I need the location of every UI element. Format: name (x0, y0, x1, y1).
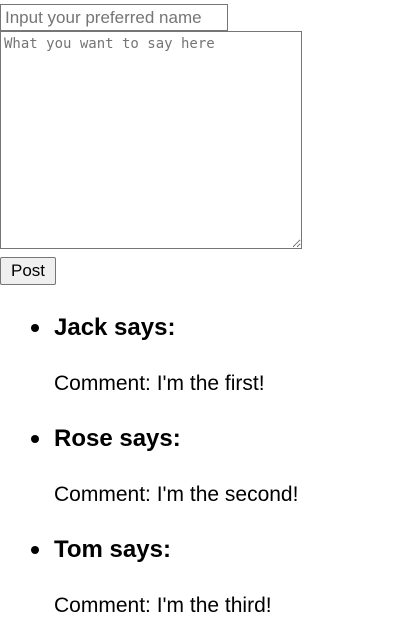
name-input[interactable] (0, 4, 228, 31)
post-button[interactable]: Post (0, 257, 56, 285)
comment-list: Jack says: Comment: I'm the first! Rose … (0, 300, 405, 633)
bullet-icon (31, 324, 39, 332)
comment-item: Jack says: Comment: I'm the first! (0, 300, 405, 411)
comment-author: Tom says: (54, 536, 171, 563)
comment-text: Comment: I'm the second! (54, 483, 299, 506)
bullet-icon (31, 546, 39, 554)
comment-author: Jack says: (54, 314, 176, 341)
comment-author: Rose says: (54, 425, 181, 452)
bullet-icon (31, 435, 39, 443)
comment-text: Comment: I'm the third! (54, 594, 272, 617)
message-textarea[interactable] (0, 31, 302, 249)
comment-item: Tom says: Comment: I'm the third! (0, 522, 405, 633)
comment-item: Rose says: Comment: I'm the second! (0, 411, 405, 522)
comment-text: Comment: I'm the first! (54, 372, 265, 395)
